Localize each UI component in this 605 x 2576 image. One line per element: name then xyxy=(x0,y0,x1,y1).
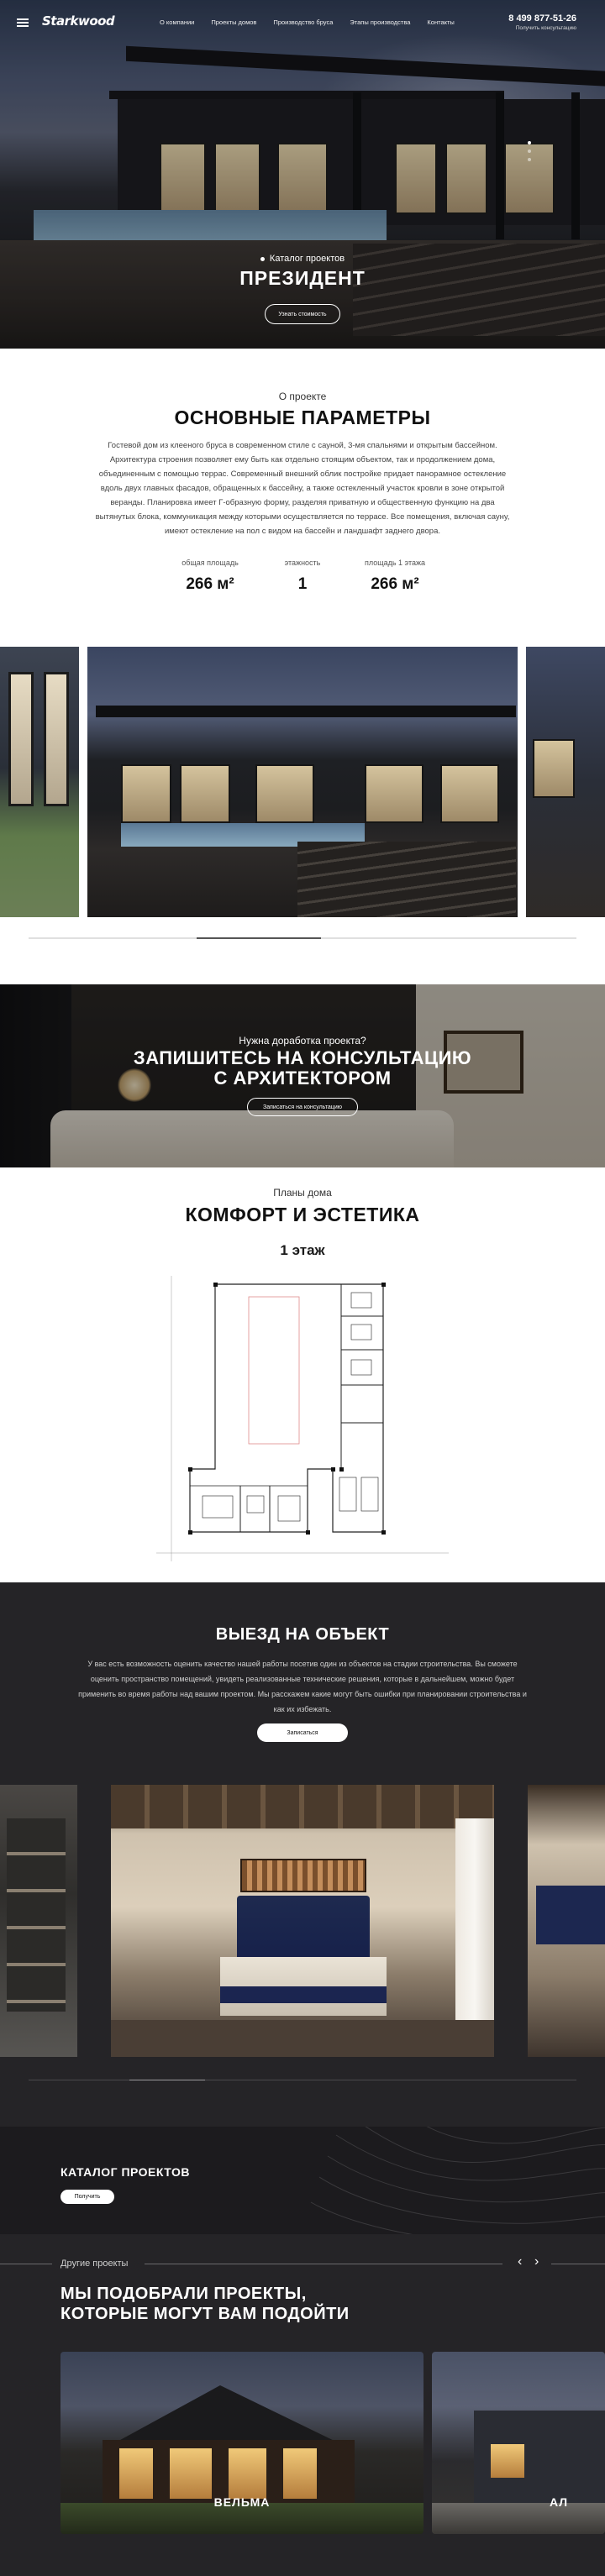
project-parameters: общая площадь 266 м² этажность 1 площадь… xyxy=(172,559,433,594)
param-floors: этажность 1 xyxy=(265,559,340,594)
param-label: этажность xyxy=(284,559,321,567)
chevron-right-icon[interactable]: › xyxy=(534,2255,539,2269)
nav-item-stages[interactable]: Этапы производства xyxy=(350,18,410,26)
interior-image-main[interactable] xyxy=(111,1785,494,2057)
other-projects-eyebrow: Другие проекты xyxy=(60,2259,129,2269)
consult-title-line: ЗАПИШИТЕСЬ НА КОНСУЛЬТАЦИЮ xyxy=(133,1047,472,1068)
menu-icon[interactable] xyxy=(17,18,29,27)
consult-eyebrow: Нужна доработка проекта? xyxy=(239,1035,366,1047)
about-description: Гостевой дом из клееного бруса в совреме… xyxy=(95,441,510,536)
other-title-line: КОТОРЫЕ МОГУТ ВАМ ПОДОЙТИ xyxy=(60,2305,350,2323)
project-card-name: АЛ xyxy=(550,2495,569,2509)
hero-banner xyxy=(0,0,605,349)
catalog-title: КАТАЛОГ ПРОЕКТОВ xyxy=(60,2165,190,2179)
slider-dot[interactable] xyxy=(528,158,531,161)
consultation-link[interactable]: Получить консультацию xyxy=(516,25,576,31)
param-floor-area: площадь 1 этажа 266 м² xyxy=(357,559,433,594)
param-value: 1 xyxy=(297,575,308,593)
nav-item-timber[interactable]: Производство бруса xyxy=(273,18,333,26)
get-price-button[interactable]: Узнать стоимость xyxy=(265,304,340,324)
about-title: ОСНОВНЫЕ ПАРАМЕТРЫ xyxy=(174,407,431,428)
param-value: 266 м² xyxy=(371,575,419,593)
gallery-scrollbar[interactable] xyxy=(29,937,576,939)
nav-links: О компании Проекты домов Производство бр… xyxy=(160,18,455,26)
project-card-name: ВЕЛЬМА xyxy=(213,2495,271,2509)
get-catalog-button[interactable]: Получить xyxy=(60,2190,114,2204)
project-card[interactable]: ВЕЛЬМА xyxy=(60,2352,424,2534)
slider-dot[interactable] xyxy=(528,141,531,144)
book-consultation-button[interactable]: Записаться на консультацию xyxy=(247,1098,358,1116)
param-label: общая площадь xyxy=(182,559,239,567)
scrollbar-thumb[interactable] xyxy=(197,937,321,939)
floor-plan[interactable] xyxy=(156,1276,449,1561)
nav-item-contacts[interactable]: Контакты xyxy=(427,18,454,26)
floor-label: 1 этаж xyxy=(280,1242,325,1258)
chevron-left-icon[interactable]: ‹ xyxy=(518,2255,522,2269)
interior-image-prev[interactable] xyxy=(0,1785,77,2057)
consult-title-line: С АРХИТЕКТОРОМ xyxy=(213,1068,392,1089)
logo[interactable]: Starkwood xyxy=(42,13,115,29)
page-title: ПРЕЗИДЕНТ xyxy=(239,267,366,289)
about-eyebrow: О проекте xyxy=(278,391,327,402)
param-value: 266 м² xyxy=(186,575,234,593)
slider-dot[interactable] xyxy=(528,150,531,153)
nav-item-about[interactable]: О компании xyxy=(160,18,194,26)
project-card[interactable]: АЛ xyxy=(432,2352,605,2534)
gallery-image-main[interactable] xyxy=(87,647,518,917)
plans-eyebrow: Планы дома xyxy=(273,1187,332,1199)
consult-title: ЗАПИШИТЕСЬ НА КОНСУЛЬТАЦИЮ С АРХИТЕКТОРО… xyxy=(0,1048,605,1089)
top-navigation: Starkwood О компании Проекты домов Произ… xyxy=(0,0,605,50)
visit-title: ВЫЕЗД НА ОБЪЕКТ xyxy=(215,1625,390,1644)
nav-item-projects[interactable]: Проекты домов xyxy=(211,18,256,26)
interior-image-next[interactable] xyxy=(528,1785,605,2057)
hero-category[interactable]: Каталог проектов xyxy=(0,254,605,264)
param-label: площадь 1 этажа xyxy=(364,559,426,567)
sign-up-button[interactable]: Записаться xyxy=(257,1723,348,1742)
visit-description: У вас есть возможность оценить качество … xyxy=(78,1660,527,1713)
plans-title: КОМФОРТ И ЭСТЕТИКА xyxy=(185,1204,420,1225)
phone-number[interactable]: 8 499 877-51-26 xyxy=(508,13,576,24)
other-title-line: МЫ ПОДОБРАЛИ ПРОЕКТЫ, xyxy=(60,2285,307,2303)
param-total-area: общая площадь 266 м² xyxy=(172,559,248,594)
slider-dots xyxy=(528,141,531,161)
gallery-image-next[interactable] xyxy=(526,647,605,917)
other-projects-title: МЫ ПОДОБРАЛИ ПРОЕКТЫ, КОТОРЫЕ МОГУТ ВАМ … xyxy=(60,2284,350,2324)
gallery-image-prev[interactable] xyxy=(0,647,79,917)
catalog-banner xyxy=(0,2127,605,2234)
